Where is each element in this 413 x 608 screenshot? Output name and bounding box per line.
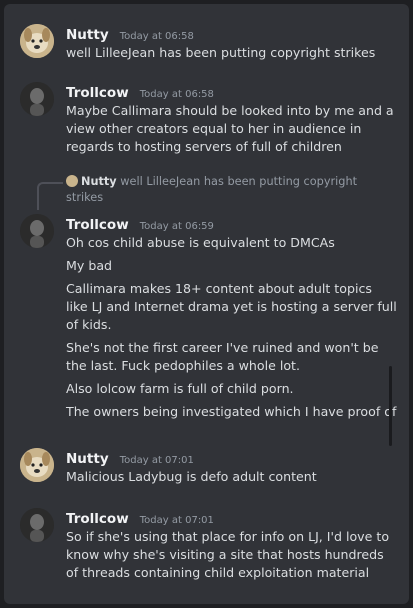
author-name[interactable]: Nutty bbox=[66, 451, 109, 467]
dog-avatar[interactable] bbox=[20, 24, 54, 58]
message-text: So if she's using that place for info on… bbox=[66, 529, 390, 580]
message-2: Trollcow Today at 06:58 Maybe Callimara … bbox=[20, 82, 397, 162]
person-avatar[interactable] bbox=[20, 508, 54, 542]
message-text: Oh cos child abuse is equivalent to DMCA… bbox=[66, 235, 335, 250]
reply-preview[interactable]: Nutty well LilleeJean has been putting c… bbox=[66, 174, 397, 206]
person-avatar[interactable] bbox=[20, 82, 54, 116]
scrollbar[interactable] bbox=[389, 366, 392, 446]
message-text: The owners being investigated which I ha… bbox=[66, 404, 397, 419]
message-text: She's not the first career I've ruined a… bbox=[66, 340, 379, 373]
message-text: well LilleeJean has been putting copyrig… bbox=[66, 45, 376, 60]
author-name[interactable]: Nutty bbox=[66, 27, 109, 43]
author-name[interactable]: Trollcow bbox=[66, 217, 129, 233]
message-text: Callimara makes 18+ content about adult … bbox=[66, 281, 397, 332]
person-avatar[interactable] bbox=[20, 214, 54, 248]
timestamp: Today at 06:58 bbox=[139, 89, 214, 100]
message-1: Nutty Today at 06:58 well LilleeJean has… bbox=[20, 24, 397, 64]
message-text: Malicious Ladybug is defo adult content bbox=[66, 469, 317, 484]
timestamp: Today at 07:01 bbox=[139, 515, 214, 526]
timestamp: Today at 06:58 bbox=[119, 31, 194, 42]
author-name[interactable]: Trollcow bbox=[66, 85, 129, 101]
dog-avatar[interactable] bbox=[20, 448, 54, 482]
author-name[interactable]: Trollcow bbox=[66, 511, 129, 527]
message-text: Maybe Callimara should be looked into by… bbox=[66, 103, 394, 154]
dog-avatar-small bbox=[66, 175, 78, 187]
reply-author: Nutty bbox=[81, 175, 117, 188]
timestamp: Today at 07:01 bbox=[119, 455, 194, 466]
message-4: Nutty Today at 07:01 Malicious Ladybug i… bbox=[20, 448, 397, 488]
message-text: My bad bbox=[66, 258, 113, 273]
message-text: Also lolcow farm is full of child porn. bbox=[66, 381, 294, 396]
reply-connector bbox=[37, 182, 63, 210]
message-5: Trollcow Today at 07:01 So if she's usin… bbox=[20, 508, 397, 588]
message-3: Trollcow Today at 06:59 Oh cos child abu… bbox=[20, 214, 397, 434]
timestamp: Today at 06:59 bbox=[139, 221, 214, 232]
